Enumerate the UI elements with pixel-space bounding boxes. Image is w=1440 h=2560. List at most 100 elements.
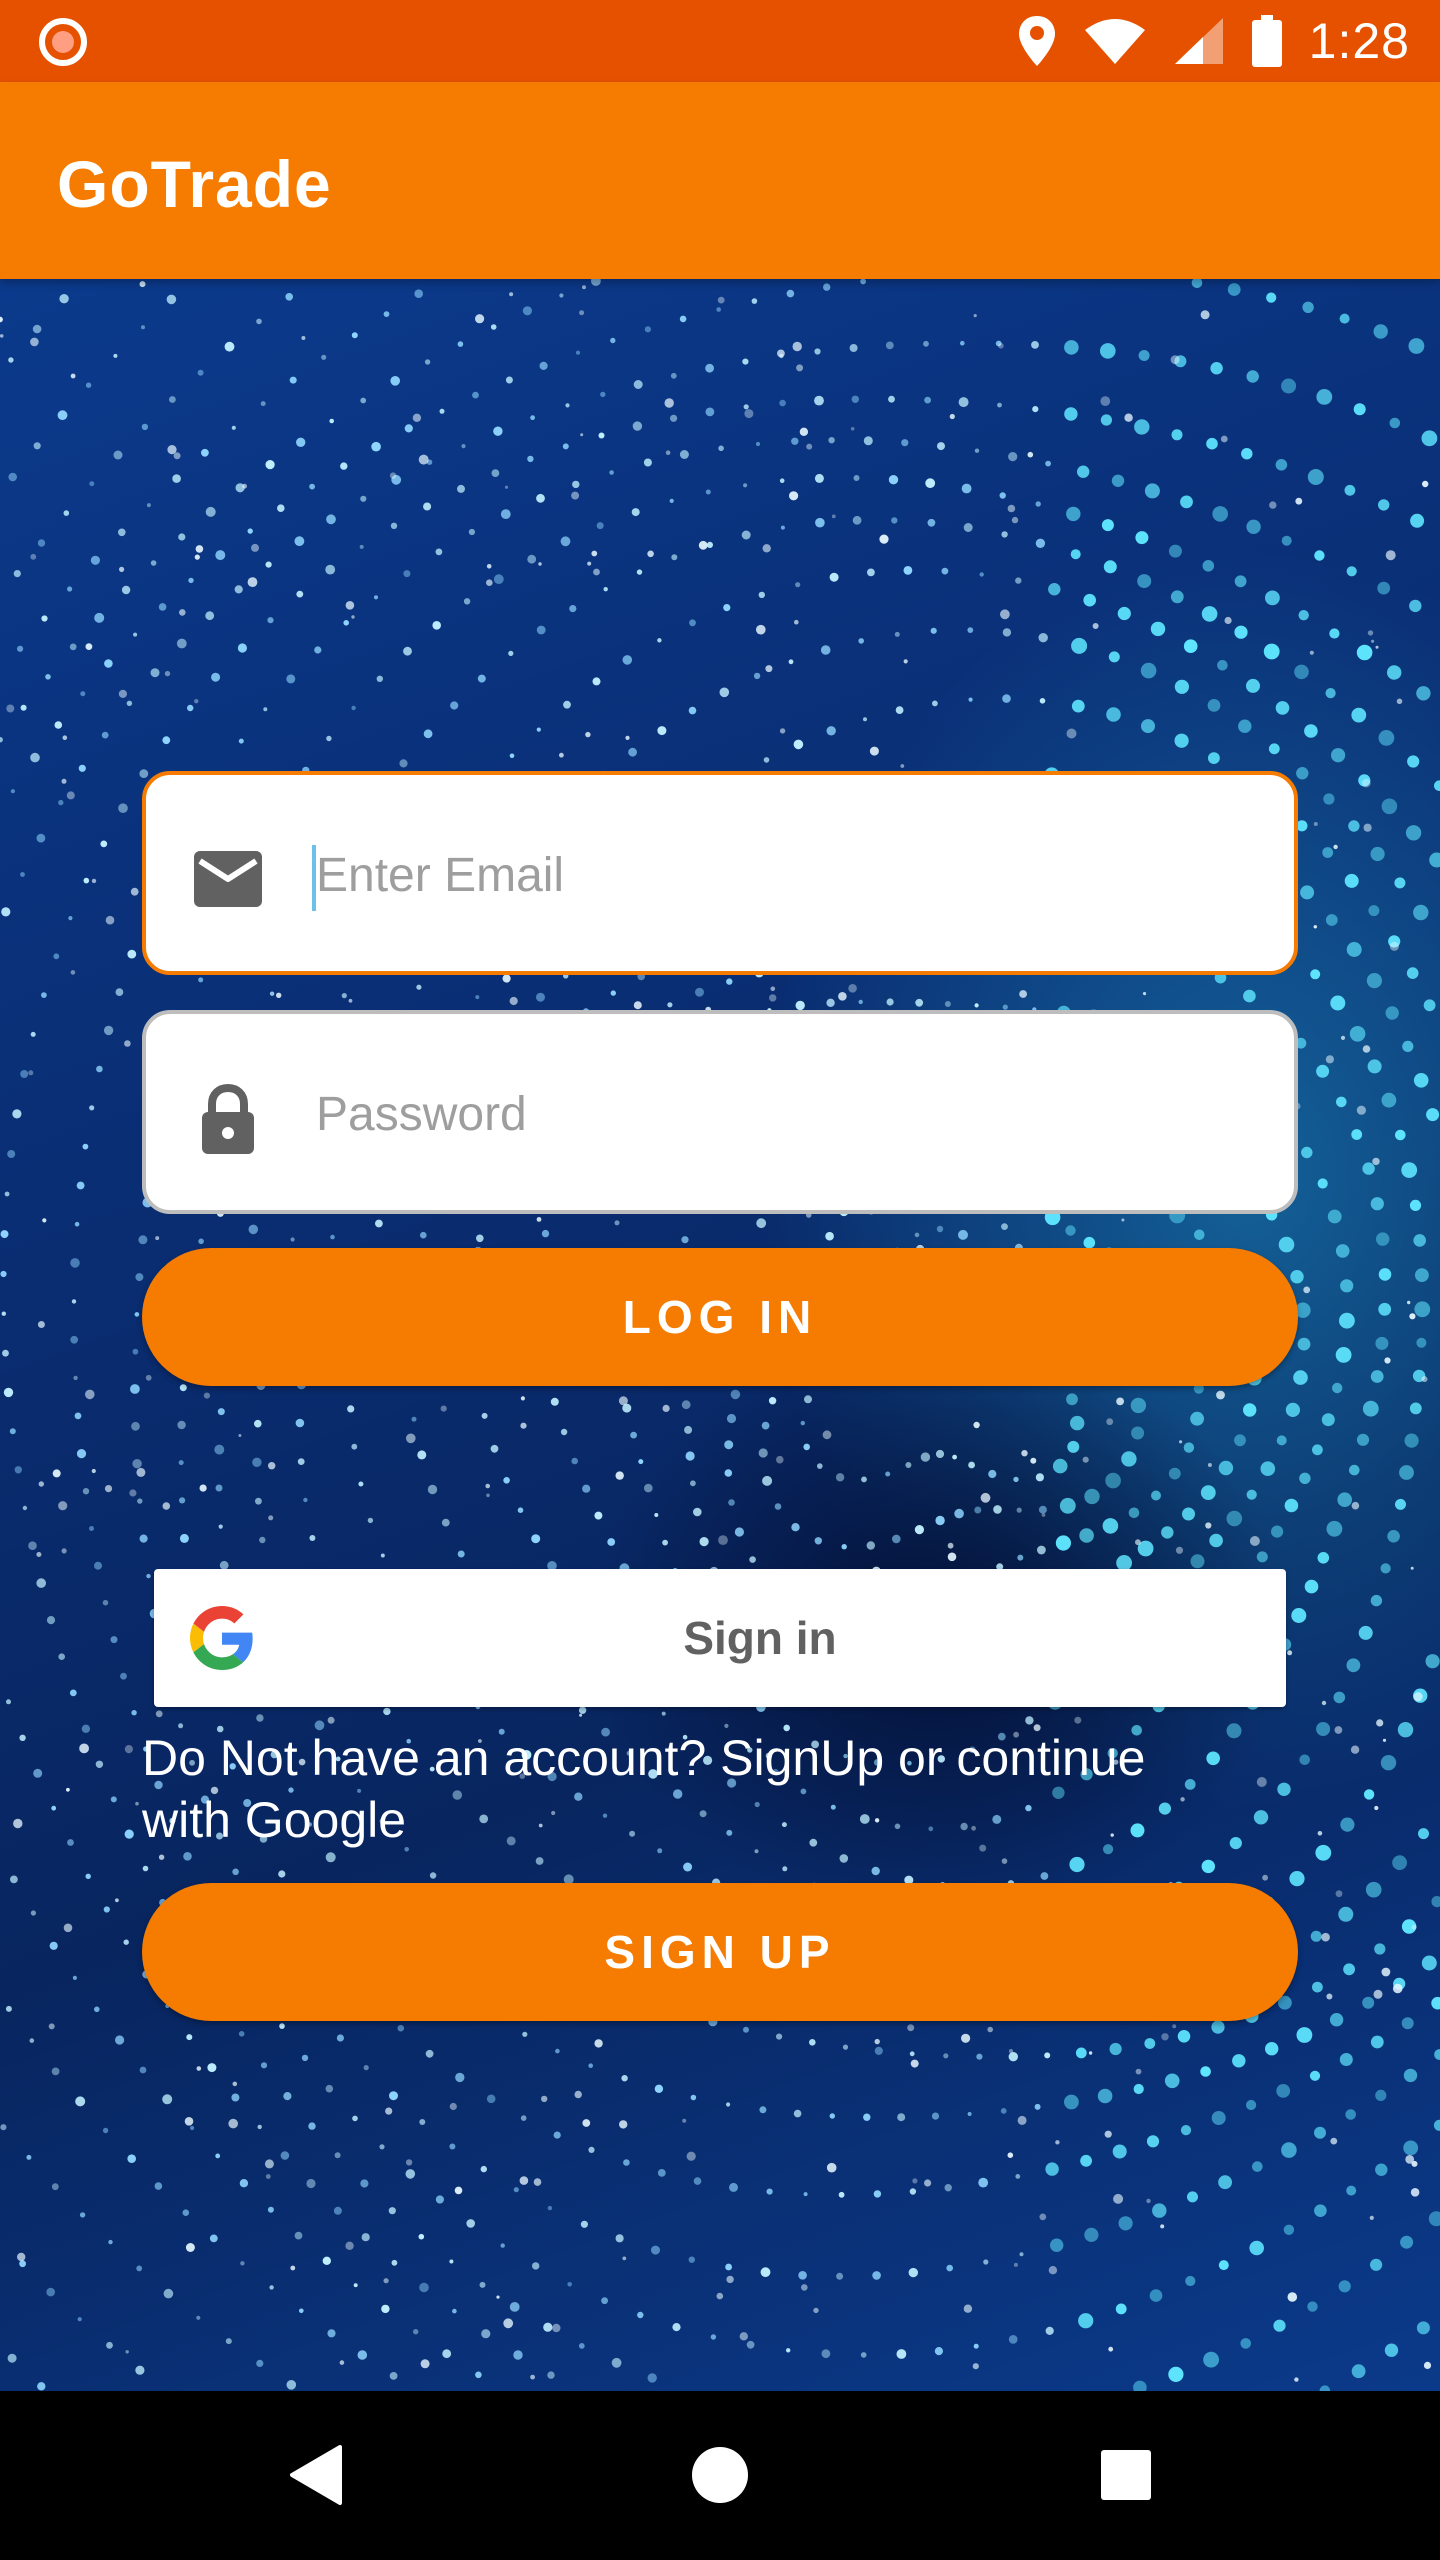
particle-dot	[594, 1511, 603, 1520]
particle-dot	[973, 2343, 979, 2349]
particle-dot	[475, 2371, 482, 2379]
particle-dot	[1171, 429, 1183, 441]
location-icon	[1018, 16, 1055, 66]
particle-dot	[182, 2209, 190, 2216]
particle-dot	[1392, 1983, 1403, 1994]
home-button[interactable]	[672, 2427, 768, 2523]
particle-dot	[277, 504, 285, 512]
particle-dot	[42, 1218, 47, 1223]
particle-dot	[1064, 340, 1079, 355]
particle-dot	[1316, 1722, 1331, 1736]
email-input[interactable]	[310, 825, 1256, 925]
particle-dot	[1421, 1376, 1428, 1383]
particle-dot	[1038, 633, 1048, 643]
particle-dot	[269, 991, 275, 996]
particle-dot	[838, 992, 847, 1001]
particle-dot	[1121, 1451, 1137, 1467]
particle-dot	[1048, 583, 1061, 596]
particle-dot	[424, 359, 431, 365]
particle-dot	[242, 483, 248, 489]
particle-dot	[196, 2315, 201, 2320]
particle-dot	[610, 337, 616, 344]
navigation-bar	[0, 2391, 1440, 2560]
email-field-container[interactable]	[142, 771, 1298, 975]
particle-dot	[662, 1539, 668, 1546]
particle-dot	[179, 1533, 189, 1543]
particle-dot	[1265, 2042, 1279, 2056]
signup-button[interactable]: SIGN UP	[142, 1883, 1298, 2021]
back-button[interactable]	[268, 2427, 364, 2523]
particle-dot	[1312, 1981, 1323, 1993]
particle-dot	[858, 999, 863, 1005]
particle-dot	[1034, 2103, 1041, 2110]
particle-dot	[1370, 846, 1385, 862]
particle-dot	[1344, 484, 1356, 496]
particle-dot	[7, 1150, 16, 1158]
particle-dot	[1111, 474, 1125, 487]
particle-dot	[167, 445, 177, 455]
particle-dot	[389, 472, 397, 479]
particle-dot	[19, 2260, 26, 2268]
particle-dot	[1313, 925, 1318, 929]
particle-dot	[385, 2107, 393, 2115]
password-input[interactable]	[310, 1064, 1256, 1164]
particle-dot	[1079, 1528, 1094, 1543]
signup-hint-text: Do Not have an account? SignUp or contin…	[142, 1730, 1146, 1848]
particle-dot	[1146, 2198, 1151, 2204]
particle-dot	[154, 2182, 163, 2190]
particle-dot	[520, 2115, 527, 2121]
particle-dot	[162, 736, 171, 745]
particle-dot	[860, 279, 866, 285]
particle-dot	[1055, 2140, 1060, 2145]
particle-dot	[1113, 2193, 1124, 2204]
particle-dot	[83, 877, 90, 884]
particle-dot	[598, 432, 605, 439]
particle-dot	[479, 2281, 486, 2288]
particle-dot	[329, 418, 335, 424]
particle-dot	[1365, 1881, 1382, 1898]
particle-dot	[12, 1109, 22, 1119]
particle-dot	[1373, 1989, 1383, 1999]
password-field-container[interactable]	[142, 1010, 1298, 1214]
particle-dot	[420, 1231, 427, 1239]
particle-dot	[967, 627, 974, 633]
particle-dot	[1059, 1497, 1076, 1514]
particle-dot	[91, 1468, 96, 1474]
particle-dot	[1387, 1530, 1400, 1543]
particle-dot	[1146, 2135, 1160, 2148]
particle-dot	[1334, 1726, 1343, 1734]
login-button[interactable]: LOG IN	[142, 1248, 1298, 1386]
particle-dot	[522, 2031, 528, 2037]
particle-dot	[10, 789, 15, 794]
particle-dot	[968, 697, 973, 702]
particle-dot	[924, 2179, 932, 2187]
particle-dot	[1281, 378, 1297, 394]
particle-dot	[1200, 310, 1210, 320]
particle-dot	[936, 1225, 944, 1233]
particle-dot	[0, 1270, 7, 1278]
particle-dot	[475, 995, 480, 1000]
particle-dot	[1312, 1444, 1323, 1456]
particle-dot	[761, 1421, 770, 1430]
particle-dot	[301, 336, 306, 340]
particle-dot	[909, 2188, 917, 2195]
particle-dot	[20, 1070, 29, 1078]
particle-dot	[457, 1550, 465, 1558]
particle-dot	[1397, 1722, 1414, 1738]
particle-dot	[726, 2275, 734, 2284]
particle-dot	[637, 2311, 644, 2319]
particle-dot	[1216, 1390, 1225, 1400]
particle-dot	[1287, 1650, 1293, 1656]
particle-dot	[1346, 1658, 1361, 1673]
particle-dot	[146, 1573, 151, 1579]
particle-dot	[1104, 2130, 1112, 2138]
particle-dot	[1045, 460, 1051, 467]
particle-dot	[405, 2169, 416, 2179]
particle-dot	[978, 2177, 989, 2188]
particle-dot	[1070, 549, 1081, 560]
particle-dot	[383, 2278, 389, 2284]
recents-button[interactable]	[1078, 2427, 1174, 2523]
google-sign-in-button[interactable]: Sign in	[154, 1569, 1286, 1707]
particle-dot	[30, 337, 39, 347]
particle-dot	[129, 1489, 137, 1497]
